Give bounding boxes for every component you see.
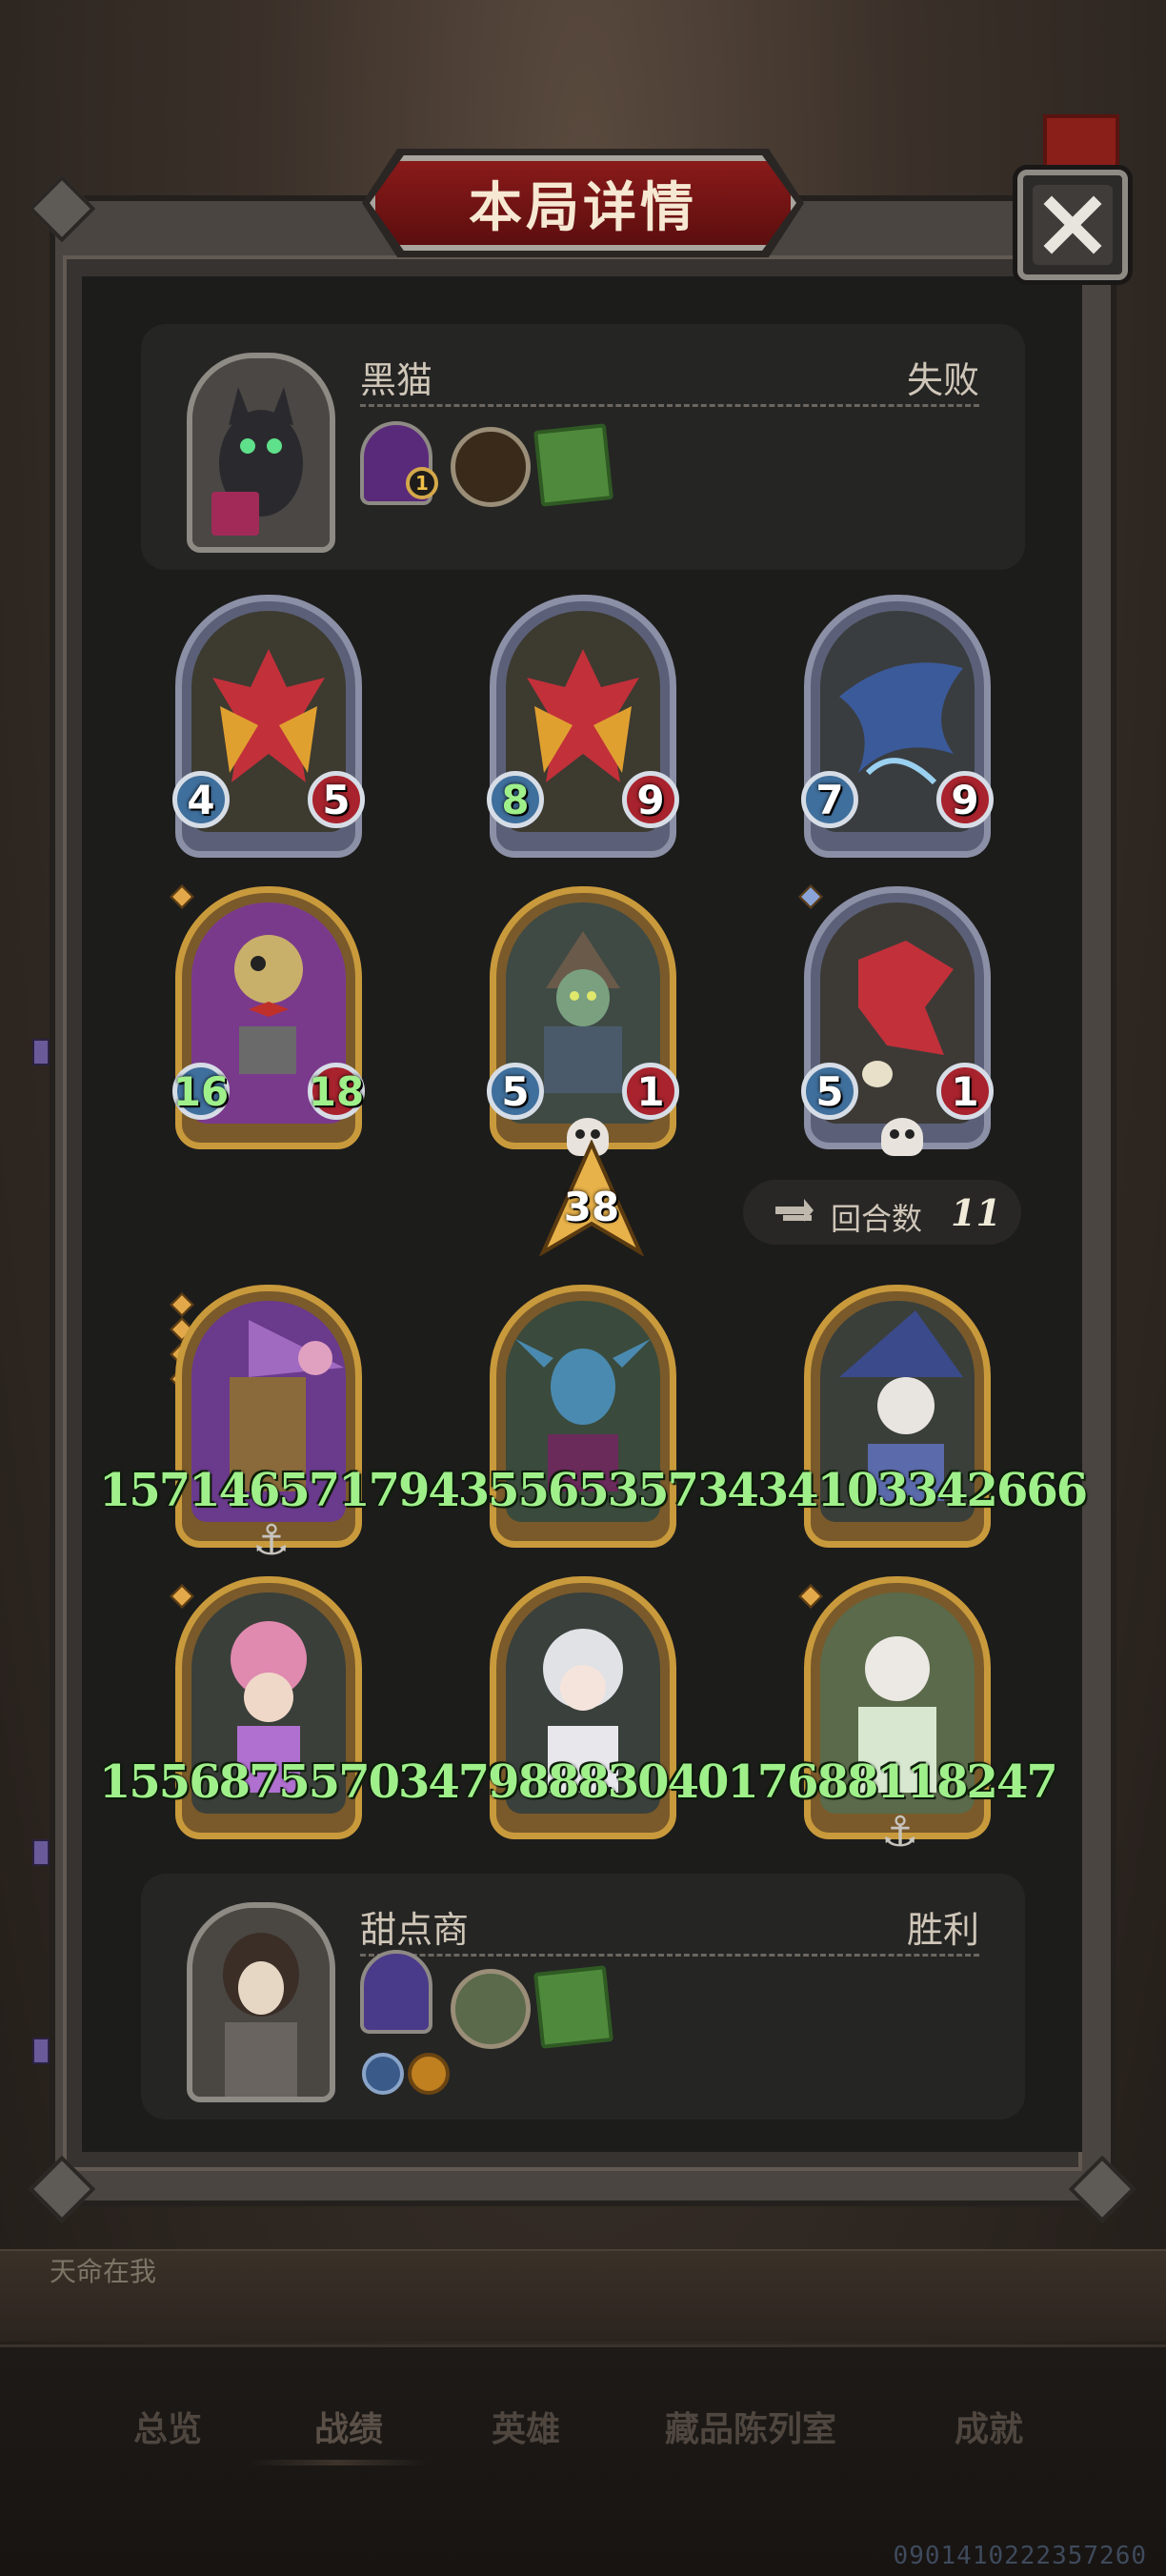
health-stat: 18 (308, 1063, 365, 1120)
divider (360, 404, 979, 407)
book-item[interactable] (533, 1965, 613, 2049)
opponent-card: 黑猫 失败 1 (141, 324, 1025, 570)
damage-value: 38 (563, 1184, 620, 1230)
book-item[interactable] (533, 423, 613, 507)
attack-stat: 5 (801, 1063, 858, 1120)
attack-stat: 4 (172, 771, 230, 828)
attack-stat: 7 (801, 771, 858, 828)
unit-stats-overflow: 157146571794355653573434103342666 (99, 1464, 1088, 1517)
sword-buff-icon[interactable] (362, 2053, 404, 2095)
anchor-icon: ⚓ (881, 1808, 919, 1856)
nav-overview[interactable]: 总览 (133, 2402, 202, 2451)
opponent-result: 失败 (906, 359, 979, 401)
health-stat: 5 (308, 771, 365, 828)
death-skull-icon (881, 1118, 923, 1156)
opponent-unit[interactable]: 5 1 (487, 886, 679, 1156)
round-value: 11 (951, 1191, 1001, 1234)
frame-gem (32, 1039, 50, 1065)
bottom-nav: 总览 战绩 英雄 藏品陈列室 成就 0901410222357260 (0, 2344, 1166, 2576)
close-icon (1043, 195, 1102, 254)
relic-item[interactable] (360, 1950, 432, 2034)
swap-icon (775, 1199, 814, 1222)
item-level-badge: 1 (406, 467, 438, 499)
opponent-unit[interactable]: 4 5 (172, 595, 365, 858)
footer-id: 0901410222357260 (893, 2542, 1147, 2570)
chat-bar[interactable]: 天命在我 (0, 2249, 1166, 2342)
round-label: 回合数 (831, 1201, 923, 1237)
gold-buff-icon[interactable] (408, 2053, 450, 2095)
nav-active-indicator (248, 2460, 429, 2465)
attack-stat: 5 (487, 1063, 544, 1120)
frame-gem (32, 1839, 50, 1866)
anchor-icon: ⚓ (252, 1516, 291, 1565)
health-stat: 9 (936, 771, 994, 828)
player-name: 甜点商 (360, 1909, 470, 1951)
attack-stat: 16 (172, 1063, 230, 1120)
chat-hint: 天命在我 (50, 2256, 157, 2287)
nav-records[interactable]: 战绩 (314, 2402, 383, 2451)
round-counter: 回合数 11 (743, 1180, 1021, 1245)
opponent-unit[interactable]: 7 9 (801, 595, 994, 858)
opponent-avatar (187, 353, 335, 553)
health-stat: 9 (622, 771, 679, 828)
close-button[interactable] (1017, 170, 1128, 280)
opponent-name: 黑猫 (360, 359, 433, 401)
player-card: 甜点商 胜利 (141, 1874, 1025, 2120)
nav-heroes[interactable]: 英雄 (492, 2402, 560, 2451)
health-stat: 1 (936, 1063, 994, 1120)
frame-gem (32, 2038, 50, 2064)
unit-stats-overflow: 15568755703479888304017688118247 (99, 1755, 1058, 1809)
nav-achievements[interactable]: 成就 (955, 2402, 1023, 2451)
trinket-item[interactable] (451, 427, 531, 507)
opponent-unit[interactable]: 16 18 (172, 886, 365, 1149)
health-stat: 1 (622, 1063, 679, 1120)
player-result: 胜利 (906, 1909, 979, 1951)
trinket-item[interactable] (451, 1969, 531, 2049)
nav-collection[interactable]: 藏品陈列室 (665, 2402, 836, 2451)
attack-stat: 8 (487, 771, 544, 828)
opponent-unit[interactable]: 5 1 (801, 886, 994, 1156)
opponent-unit[interactable]: 8 9 (487, 595, 679, 858)
dialog-title: 本局详情 (469, 176, 697, 239)
divider (360, 1954, 979, 1957)
player-avatar (187, 1902, 335, 2102)
